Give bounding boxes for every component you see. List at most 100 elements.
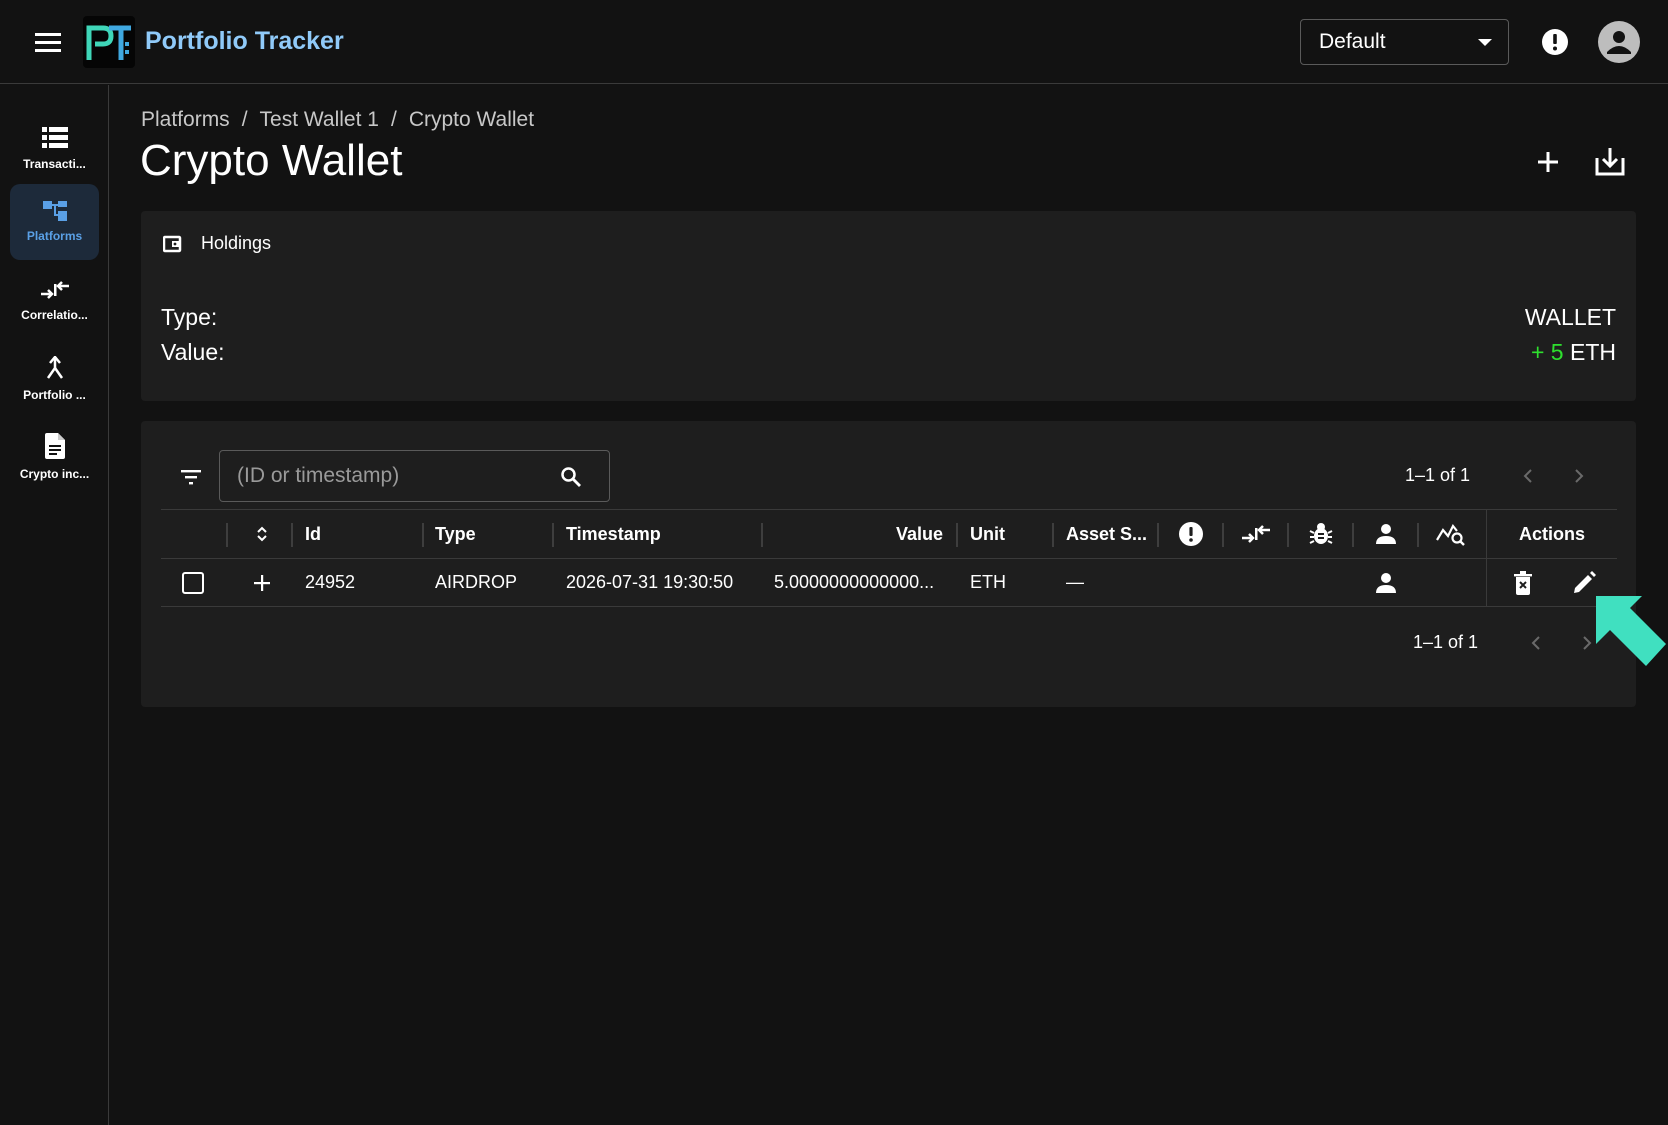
column-header-unit[interactable]: Unit — [970, 510, 1050, 558]
menu-button[interactable] — [28, 22, 68, 62]
chevron-left-icon — [1523, 469, 1532, 483]
platforms-icon — [42, 201, 67, 221]
type-label: Type: — [161, 304, 218, 330]
pagination-top-next-button[interactable] — [1567, 464, 1591, 488]
column-header-asset[interactable]: Asset S... — [1066, 510, 1150, 558]
hamburger-icon — [35, 33, 61, 52]
breadcrumb: Platforms / Test Wallet 1 / Crypto Walle… — [141, 108, 534, 132]
column-header-correlations[interactable] — [1226, 510, 1286, 558]
sidebar-item-label: Platforms — [26, 229, 83, 243]
correlation-icon — [1242, 525, 1270, 543]
breadcrumb-current: Crypto Wallet — [408, 108, 535, 131]
exclamation-circle-icon — [1179, 522, 1203, 546]
download-button[interactable] — [1592, 144, 1628, 180]
column-header-timestamp[interactable]: Timestamp — [566, 510, 756, 558]
breadcrumb-test-wallet[interactable]: Test Wallet 1 — [260, 108, 379, 132]
search-icon[interactable] — [559, 465, 583, 489]
column-header-debug[interactable] — [1291, 510, 1351, 558]
plus-icon — [1538, 152, 1558, 172]
search-input[interactable]: (ID or timestamp) — [219, 450, 610, 502]
account-avatar-button[interactable] — [1598, 21, 1640, 63]
holdings-value-amount: + 5 — [1530, 339, 1564, 365]
mouse-cursor-arrow-icon — [1596, 596, 1666, 666]
add-transaction-button[interactable] — [1530, 144, 1566, 180]
app-logo[interactable] — [83, 16, 135, 68]
sidebar-item-correlation[interactable]: Correlatio... — [10, 263, 99, 339]
table-row[interactable]: 24952 AIRDROP 2026-07-31 19:30:50 5.0000… — [161, 559, 1617, 607]
sidebar-item-crypto-income[interactable]: Crypto inc... — [10, 419, 99, 495]
cell-unit: ETH — [970, 572, 1006, 592]
sidebar-item-transactions[interactable]: Transacti... — [10, 111, 99, 187]
holdings-value-unit: ETH — [1570, 339, 1616, 365]
sort-updown-icon — [257, 526, 267, 542]
column-header-warnings[interactable] — [1161, 510, 1221, 558]
expand-column-header[interactable] — [235, 510, 289, 558]
cell-type: AIRDROP — [435, 572, 518, 592]
column-separator — [761, 523, 763, 547]
wallet-icon — [163, 235, 182, 252]
column-header-actions: Actions — [1518, 523, 1585, 544]
pagination-bottom-prev-button[interactable] — [1524, 631, 1548, 655]
value-label: Value: — [161, 339, 225, 365]
merge-icon — [46, 356, 63, 379]
holdings-value: + 5 ETH — [1531, 339, 1616, 366]
column-separator — [226, 523, 228, 547]
checkbox-icon — [182, 571, 204, 594]
filter-icon — [181, 470, 201, 485]
dropdown-caret-icon — [1478, 39, 1492, 46]
column-separator — [1287, 523, 1289, 547]
app-title: Portfolio Tracker — [145, 27, 344, 55]
chart-search-icon — [1436, 523, 1465, 546]
column-separator — [1352, 523, 1354, 547]
delete-button[interactable] — [1505, 559, 1541, 606]
pencil-icon — [1574, 570, 1596, 593]
sidebar-item-portfolio[interactable]: Portfolio ... — [10, 341, 99, 417]
user-icon — [1376, 524, 1396, 544]
row-expand-button[interactable] — [235, 559, 289, 606]
breadcrumb-separator: / — [390, 108, 397, 131]
pt-logo-icon — [86, 25, 131, 60]
sidebar-item-label: Correlatio... — [21, 308, 88, 322]
sidebar-item-label: Portfolio ... — [23, 388, 86, 402]
cell-timestamp: 2026-07-31 19:30:50 — [566, 572, 734, 592]
column-separator — [1417, 523, 1419, 547]
holdings-heading: Holdings — [201, 233, 272, 253]
column-header-type[interactable]: Type — [435, 510, 545, 558]
user-icon — [1607, 31, 1631, 54]
pagination-top-label: 1–1 of 1 — [1405, 465, 1471, 485]
chevron-right-icon — [1575, 469, 1584, 483]
column-header-id[interactable]: Id — [305, 510, 415, 558]
sidebar-item-label: Transacti... — [23, 157, 86, 171]
delete-icon — [1514, 570, 1532, 595]
alert-button[interactable] — [1538, 25, 1572, 59]
column-header-analysis[interactable] — [1421, 510, 1481, 558]
table-header: Id Type Timestamp Value Unit Asset S... — [161, 509, 1617, 559]
type-value: WALLET — [1524, 304, 1616, 330]
breadcrumb-platforms[interactable]: Platforms — [141, 108, 230, 132]
holdings-card: Holdings Type: WALLET Value: + 5 ETH — [141, 211, 1636, 401]
app-bar: Portfolio Tracker Default — [0, 0, 1668, 84]
exclamation-circle-icon — [1542, 29, 1568, 55]
profile-select[interactable]: Default — [1300, 19, 1509, 65]
cell-asset: — — [1066, 572, 1084, 592]
profile-select-value: Default — [1319, 30, 1386, 53]
column-header-manual[interactable] — [1356, 510, 1416, 558]
sidebar-item-label: Crypto inc... — [19, 467, 90, 481]
page-title: Crypto Wallet — [140, 136, 403, 185]
row-checkbox[interactable] — [181, 559, 205, 606]
column-separator — [1222, 523, 1224, 547]
transactions-table-card: (ID or timestamp) 1–1 of 1 Id Type Times… — [141, 421, 1636, 707]
sidebar: Transacti... Platforms Correlatio... Por… — [0, 85, 109, 1125]
breadcrumb-separator: / — [241, 108, 248, 131]
column-separator — [552, 523, 554, 547]
column-header-value[interactable]: Value — [773, 510, 943, 558]
column-separator — [291, 523, 293, 547]
pagination-top-prev-button[interactable] — [1516, 464, 1540, 488]
chevron-left-icon — [1531, 636, 1540, 650]
pagination-bottom-label: 1–1 of 1 — [1413, 632, 1479, 652]
user-icon — [1376, 572, 1396, 593]
cell-value: 5.0000000000000... — [774, 572, 935, 592]
sidebar-item-platforms[interactable]: Platforms — [10, 184, 99, 260]
filter-button[interactable] — [179, 465, 203, 489]
column-separator — [422, 523, 424, 547]
